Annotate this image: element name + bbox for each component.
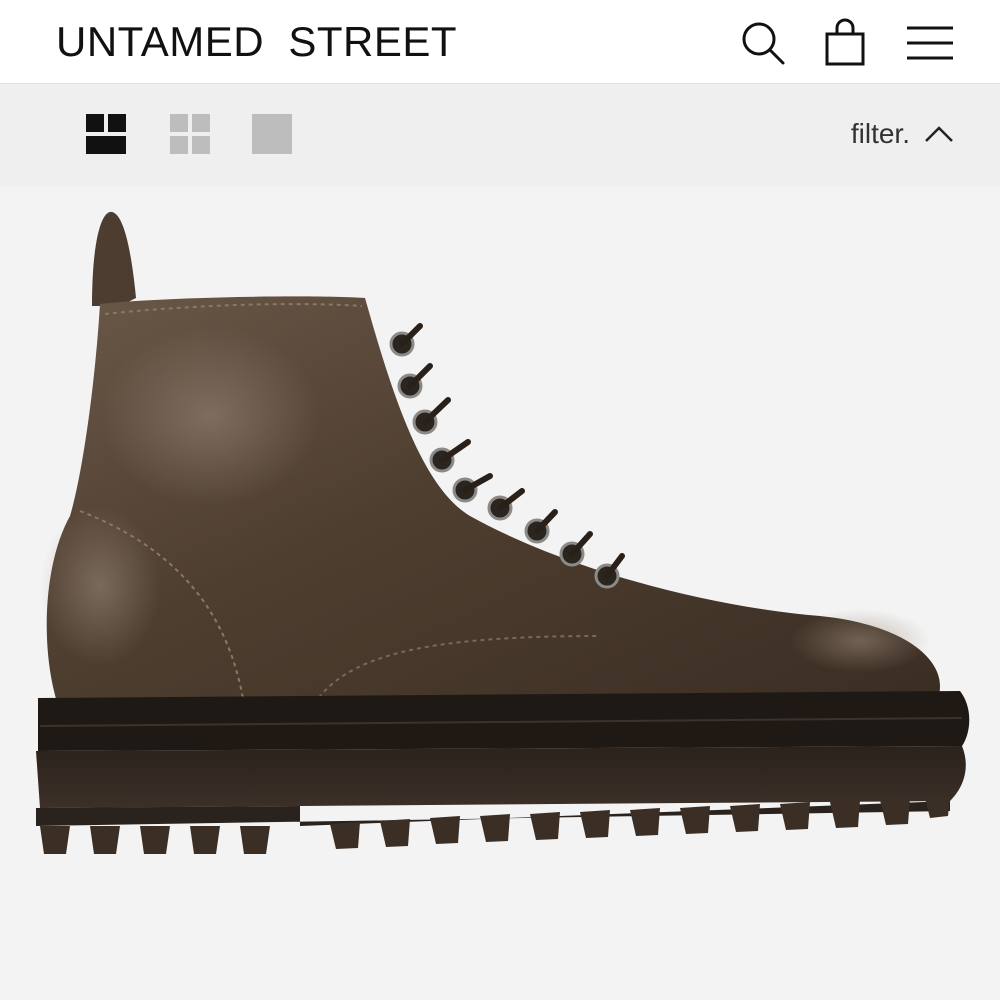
chevron-up-icon — [925, 126, 953, 142]
shopping-bag-icon[interactable] — [820, 18, 870, 68]
hamburger-menu-icon[interactable] — [905, 18, 955, 68]
site-header: UNTAMED STREET — [0, 0, 1000, 84]
grid-large-icon[interactable] — [86, 114, 126, 154]
view-toolbar: filter. — [0, 84, 1000, 186]
boot-midsole — [36, 746, 966, 808]
grid-single-icon[interactable] — [252, 114, 292, 154]
product-image[interactable] — [0, 186, 1000, 1000]
boot-pull-tab — [92, 211, 136, 306]
filter-label: filter. — [850, 118, 910, 149]
grid-four-icon[interactable] — [170, 114, 210, 154]
brand-logo[interactable]: UNTAMED STREET — [56, 18, 457, 66]
boot-illustration — [36, 211, 970, 854]
search-icon[interactable] — [737, 18, 787, 68]
filter-toggle[interactable]: filter. — [851, 114, 954, 154]
